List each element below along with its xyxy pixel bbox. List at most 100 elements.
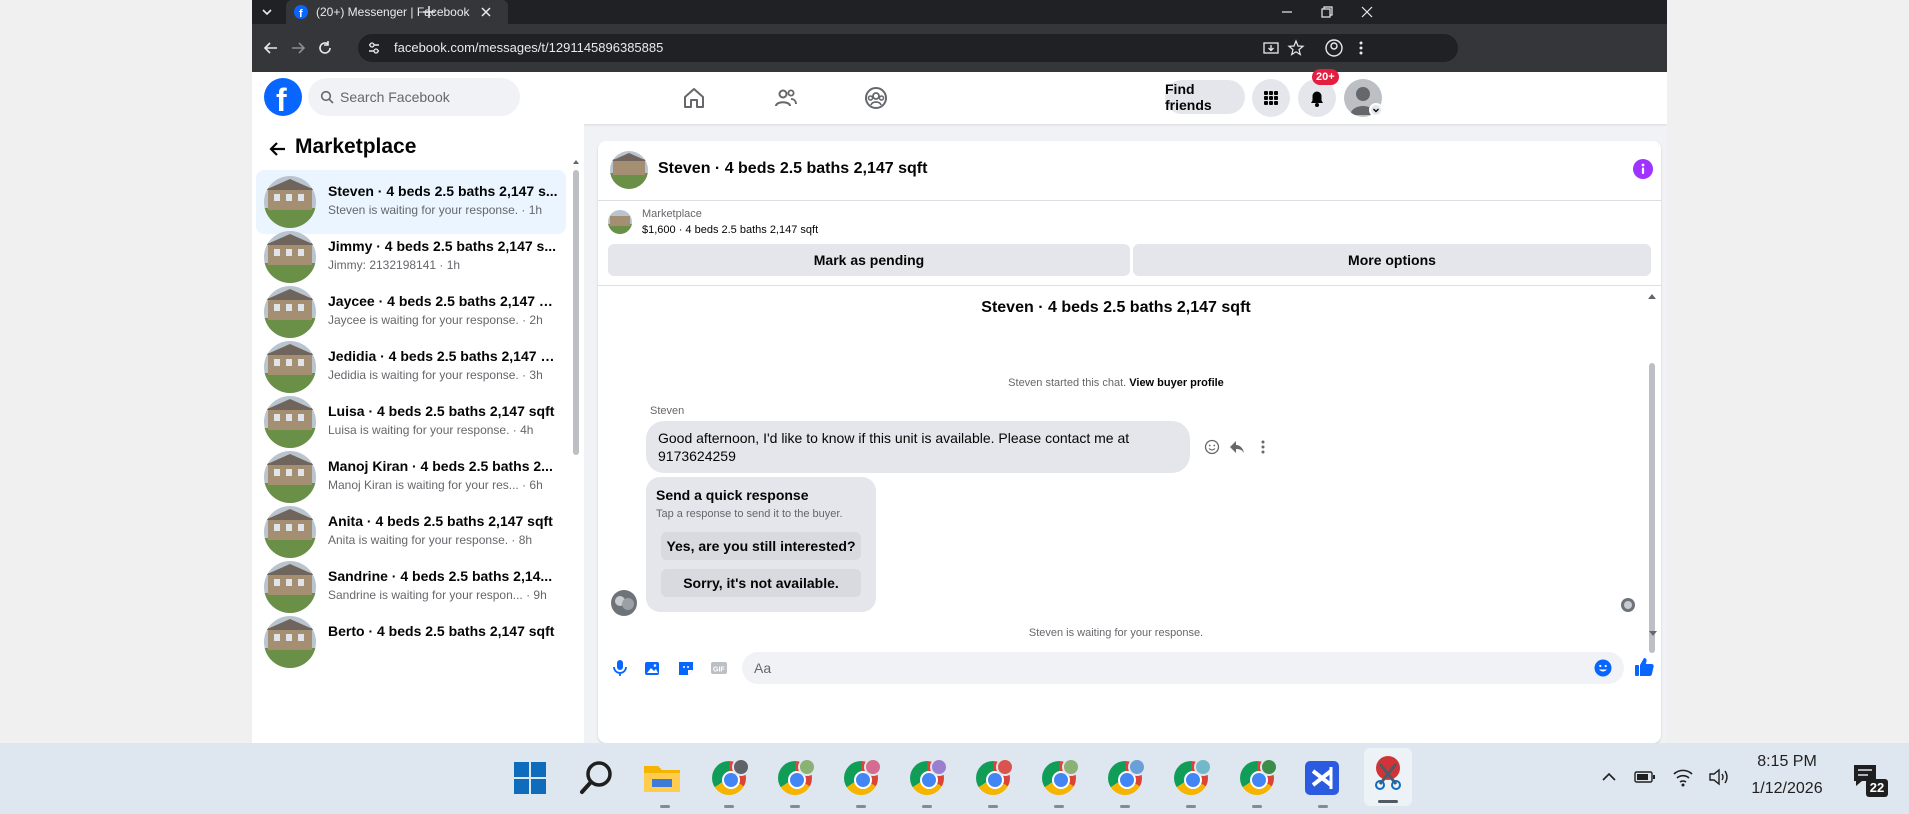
chrome-profile-icon[interactable]	[705, 754, 753, 802]
chevron-up-icon[interactable]	[1600, 768, 1618, 786]
sender-avatar[interactable]	[611, 590, 637, 616]
reload-icon[interactable]	[316, 39, 334, 57]
home-icon[interactable]	[682, 86, 706, 110]
message-composer-input[interactable]: Aa	[742, 652, 1624, 684]
running-indicator	[660, 805, 670, 808]
chevron-down-icon[interactable]	[1369, 103, 1383, 117]
chat-header-title[interactable]: Steven · 4 beds 2.5 baths 2,147 sqft	[658, 160, 927, 178]
conversation-title: Anita · 4 beds 2.5 baths 2,147 sqft	[328, 513, 553, 529]
chrome-profile-icon[interactable]	[1035, 754, 1083, 802]
browser-menu-icon[interactable]	[1352, 39, 1370, 57]
divider	[598, 285, 1661, 286]
conversation-preview: Steven is waiting for your response. · 1…	[328, 203, 543, 217]
message-bubble[interactable]: Good afternoon, I'd like to know if this…	[646, 421, 1190, 473]
listing-thumbnail	[264, 231, 316, 283]
restore-window-icon[interactable]	[1318, 3, 1336, 21]
running-indicator	[1120, 805, 1130, 808]
clock-time[interactable]: 8:15 PM	[1742, 753, 1832, 771]
view-buyer-profile-link[interactable]: View buyer profile	[1129, 377, 1224, 389]
quick-reply-not-available-button[interactable]: Sorry, it's not available.	[661, 569, 861, 597]
sticker-icon[interactable]	[677, 659, 695, 677]
emoji-icon[interactable]	[1594, 659, 1612, 677]
friends-icon[interactable]	[774, 86, 798, 110]
sidebar-scrollbar[interactable]	[572, 156, 580, 736]
find-friends-button[interactable]: Find friends	[1165, 80, 1245, 114]
marketplace-sidebar: Marketplace Steven · 4 beds 2.5 baths 2,…	[252, 124, 584, 743]
chrome-profile-icon[interactable]	[771, 754, 819, 802]
search-icon	[320, 90, 334, 104]
wifi-icon[interactable]	[1672, 767, 1694, 787]
tab-list-icon[interactable]	[258, 4, 276, 20]
clock-date[interactable]: 1/12/2026	[1742, 780, 1832, 798]
volume-icon[interactable]	[1708, 767, 1730, 787]
conversation-title: Luisa · 4 beds 2.5 baths 2,147 sqft	[328, 403, 555, 419]
close-window-icon[interactable]	[1358, 3, 1376, 21]
conversation-item[interactable]: Berto · 4 beds 2.5 baths 2,147 sqft	[256, 610, 566, 674]
info-icon[interactable]	[1633, 159, 1653, 179]
minimize-window-icon[interactable]	[1278, 3, 1296, 21]
sidebar-title: Marketplace	[295, 135, 417, 158]
start-button-icon[interactable]	[506, 754, 554, 802]
menu-grid-button[interactable]	[1252, 79, 1290, 117]
vs-code-icon[interactable]	[1298, 754, 1346, 802]
running-indicator	[790, 805, 800, 808]
sender-name: Steven	[650, 405, 685, 417]
react-emoji-icon[interactable]	[1204, 439, 1220, 455]
running-indicator	[1252, 805, 1262, 808]
profile-icon[interactable]	[1324, 38, 1344, 58]
chrome-profile-icon[interactable]	[969, 754, 1017, 802]
forward-icon[interactable]	[289, 39, 307, 57]
search-input[interactable]: Search Facebook	[308, 78, 520, 116]
close-tab-icon[interactable]	[478, 4, 494, 20]
chat-panel: Steven · 4 beds 2.5 baths 2,147 sqft Mar…	[598, 141, 1661, 743]
quick-reply-interested-button[interactable]: Yes, are you still interested?	[661, 532, 861, 560]
running-indicator	[988, 805, 998, 808]
listing-small-thumbnail	[608, 210, 632, 234]
conversation-preview: Sandrine is waiting for your respon... ·…	[328, 588, 547, 602]
facebook-favicon-icon: f	[294, 5, 308, 19]
svg-text:f: f	[299, 8, 303, 19]
started-text: Steven started this chat.	[1008, 377, 1127, 389]
microphone-icon[interactable]	[611, 659, 629, 677]
battery-icon[interactable]	[1634, 768, 1656, 786]
new-tab-icon[interactable]	[420, 3, 438, 21]
listing-thumbnail[interactable]	[610, 151, 648, 189]
composer-placeholder: Aa	[754, 660, 772, 676]
scroll-down-icon[interactable]	[1648, 629, 1658, 639]
file-explorer-icon[interactable]	[638, 754, 686, 802]
gif-icon[interactable]: GIF	[710, 659, 728, 677]
listing-thumbnail	[264, 561, 316, 613]
facebook-logo-icon[interactable]: f	[264, 78, 302, 116]
thumbs-up-icon[interactable]	[1633, 656, 1655, 678]
quick-response-title: Send a quick response	[656, 487, 809, 503]
mark-as-pending-button[interactable]: Mark as pending	[608, 244, 1130, 276]
install-app-icon[interactable]	[1262, 39, 1280, 57]
browser-tab[interactable]: f (20+) Messenger | Facebook	[286, 0, 508, 24]
back-arrow-icon[interactable]	[268, 139, 288, 159]
chrome-profile-icon[interactable]	[903, 754, 951, 802]
more-options-button[interactable]: More options	[1133, 244, 1651, 276]
back-icon[interactable]	[262, 39, 280, 57]
more-actions-icon[interactable]	[1255, 439, 1271, 455]
reply-icon[interactable]	[1229, 439, 1245, 455]
groups-icon[interactable]	[864, 86, 888, 110]
conversation-title: Steven · 4 beds 2.5 baths 2,147 s...	[328, 183, 558, 199]
site-info-icon[interactable]	[366, 40, 382, 56]
search-icon[interactable]	[573, 754, 621, 802]
tab-bar: f (20+) Messenger | Facebook	[252, 0, 1667, 24]
listing-thumbnail	[264, 506, 316, 558]
photo-icon[interactable]	[644, 659, 662, 677]
snipping-tool-icon[interactable]	[1364, 748, 1412, 806]
thread-title: Steven · 4 beds 2.5 baths 2,147 sqft	[981, 299, 1251, 316]
chat-scrollbar[interactable]	[1647, 291, 1657, 653]
chrome-profile-icon[interactable]	[1233, 754, 1281, 802]
chrome-profile-icon[interactable]	[1167, 754, 1215, 802]
running-indicator	[1186, 805, 1196, 808]
chrome-profile-icon[interactable]	[1101, 754, 1149, 802]
conversation-preview: Jedidia is waiting for your response. · …	[328, 368, 543, 382]
search-placeholder: Search Facebook	[340, 89, 450, 105]
chrome-profile-icon[interactable]	[837, 754, 885, 802]
url-text: facebook.com/messages/t/1291145896385885	[394, 40, 664, 55]
bookmark-star-icon[interactable]	[1287, 39, 1305, 57]
conversation-title: Jimmy · 4 beds 2.5 baths 2,147 s...	[328, 238, 556, 254]
